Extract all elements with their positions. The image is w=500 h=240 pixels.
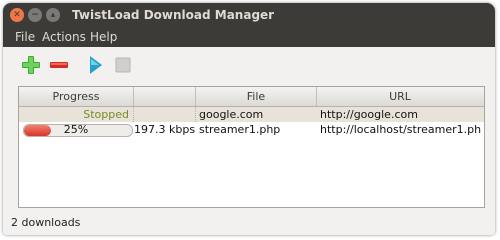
downloads-table: Progress File URL Stopped google.com htt… bbox=[18, 86, 485, 208]
header-url[interactable]: URL bbox=[317, 87, 483, 106]
remove-icon bbox=[50, 62, 68, 68]
status-bar: 2 downloads bbox=[3, 212, 495, 235]
header-progress[interactable]: Progress bbox=[19, 87, 134, 106]
progress-percent: 25% bbox=[63, 123, 89, 136]
download-url: http://google.com bbox=[320, 108, 418, 121]
status-text: 2 downloads bbox=[11, 216, 81, 229]
menu-bar: File Actions Help bbox=[3, 27, 495, 47]
table-header: Progress File URL bbox=[19, 87, 484, 107]
download-speed bbox=[134, 107, 192, 122]
window-title: TwistLoad Download Manager bbox=[72, 8, 275, 22]
maximize-icon[interactable]: ▴ bbox=[46, 8, 60, 22]
header-speed[interactable] bbox=[134, 87, 196, 106]
download-url: http://localhost/streamer1.php bbox=[320, 123, 482, 136]
column-divider bbox=[133, 107, 135, 122]
stop-icon bbox=[115, 57, 131, 73]
start-download-button[interactable] bbox=[85, 55, 105, 75]
add-icon bbox=[22, 56, 40, 74]
progress-cell: 25% bbox=[19, 122, 133, 137]
minimize-icon[interactable]: − bbox=[28, 8, 42, 22]
table-row[interactable]: 25% 197.3 kbps streamer1.php http://loca… bbox=[19, 122, 484, 137]
progress-status: Stopped bbox=[83, 108, 129, 121]
app-window: ✕ − ▴ TwistLoad Download Manager File Ac… bbox=[3, 3, 495, 235]
add-download-button[interactable] bbox=[21, 55, 41, 75]
start-icon bbox=[90, 56, 102, 74]
file-name: streamer1.php bbox=[199, 123, 281, 136]
remove-download-button[interactable] bbox=[49, 55, 69, 75]
file-name: google.com bbox=[199, 108, 264, 121]
column-divider bbox=[195, 107, 197, 122]
title-bar: ✕ − ▴ TwistLoad Download Manager bbox=[3, 3, 495, 27]
table-row[interactable]: Stopped google.com http://google.com bbox=[19, 107, 484, 122]
header-file[interactable]: File bbox=[196, 87, 317, 106]
toolbar bbox=[3, 47, 495, 83]
menu-file[interactable]: File bbox=[15, 30, 35, 44]
download-speed: 197.3 kbps bbox=[134, 123, 195, 136]
menu-help[interactable]: Help bbox=[90, 30, 117, 44]
close-icon[interactable]: ✕ bbox=[10, 8, 24, 22]
stop-download-button[interactable] bbox=[113, 55, 133, 75]
menu-actions[interactable]: Actions bbox=[42, 30, 86, 44]
